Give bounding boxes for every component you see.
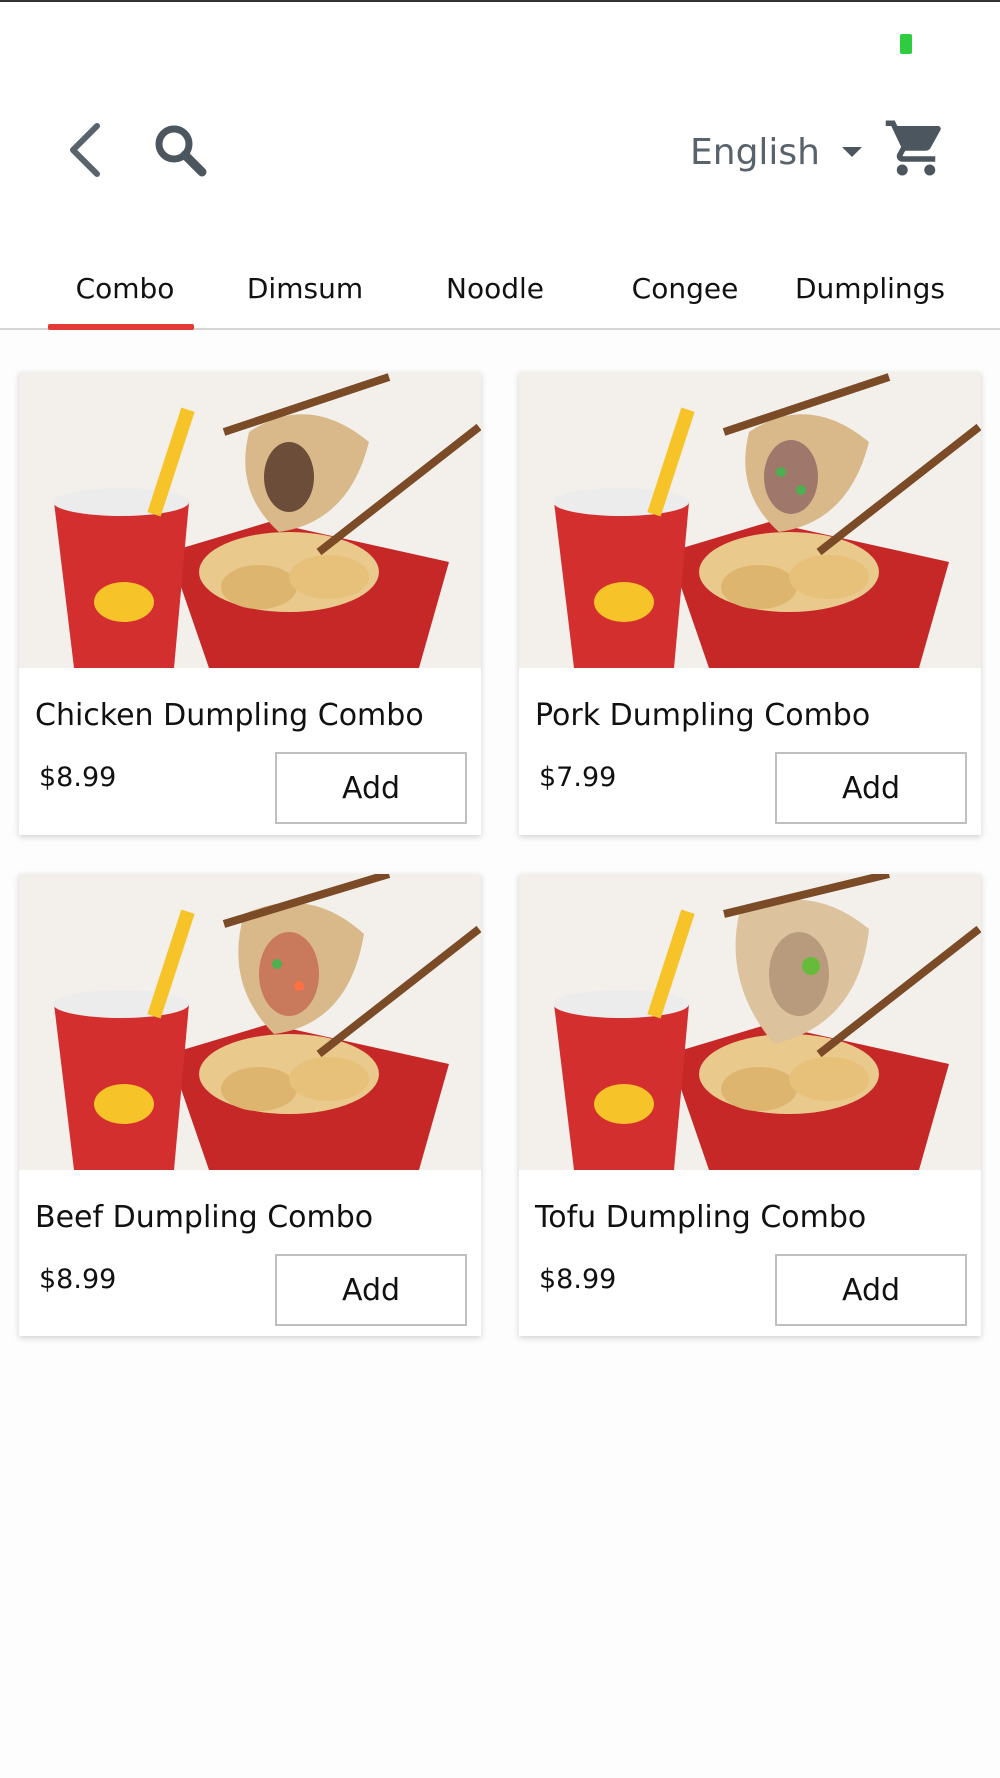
back-button[interactable]	[60, 117, 110, 187]
cart-icon	[883, 115, 949, 185]
product-name: Tofu Dumpling Combo	[535, 1200, 867, 1235]
battery-icon	[900, 34, 912, 54]
add-button[interactable]: Add	[275, 752, 467, 824]
product-price: $7.99	[539, 762, 617, 793]
search-button[interactable]	[145, 117, 215, 187]
language-selector[interactable]: English	[690, 122, 862, 182]
add-button[interactable]: Add	[275, 1254, 467, 1326]
status-bar	[0, 2, 1000, 82]
product-card[interactable]: Pork Dumpling Combo $7.99 Add	[519, 372, 981, 835]
product-image	[519, 874, 981, 1170]
product-price: $8.99	[539, 1264, 617, 1295]
product-image	[19, 874, 481, 1170]
product-name: Beef Dumpling Combo	[35, 1200, 374, 1235]
product-price: $8.99	[39, 1264, 117, 1295]
category-tabs: Combo Dimsum Noodle Congee Dumplings	[0, 232, 1000, 330]
product-card[interactable]: Chicken Dumpling Combo $8.99 Add	[19, 372, 481, 835]
product-card[interactable]: Beef Dumpling Combo $8.99 Add	[19, 874, 481, 1336]
product-card[interactable]: Tofu Dumpling Combo $8.99 Add	[519, 874, 981, 1336]
add-button[interactable]: Add	[775, 1254, 967, 1326]
tab-dumplings[interactable]: Dumplings	[790, 272, 950, 305]
product-image	[519, 372, 981, 668]
product-name: Pork Dumpling Combo	[535, 698, 871, 733]
language-label: English	[690, 131, 820, 173]
top-bar: English	[0, 82, 1000, 232]
tab-dimsum[interactable]: Dimsum	[245, 272, 365, 305]
app-screen: English Combo Dimsum Noodle Congee Dumpl…	[0, 0, 1000, 1778]
tab-noodle[interactable]: Noodle	[440, 272, 550, 305]
product-image	[19, 372, 481, 668]
tab-combo[interactable]: Combo	[70, 272, 180, 305]
add-button[interactable]: Add	[775, 752, 967, 824]
product-name: Chicken Dumpling Combo	[35, 698, 424, 733]
back-icon	[67, 122, 103, 182]
tab-congee[interactable]: Congee	[625, 272, 745, 305]
caret-down-icon	[842, 147, 862, 157]
active-tab-indicator	[48, 324, 194, 330]
search-icon	[152, 122, 208, 182]
cart-button[interactable]	[880, 110, 952, 190]
product-price: $8.99	[39, 762, 117, 793]
